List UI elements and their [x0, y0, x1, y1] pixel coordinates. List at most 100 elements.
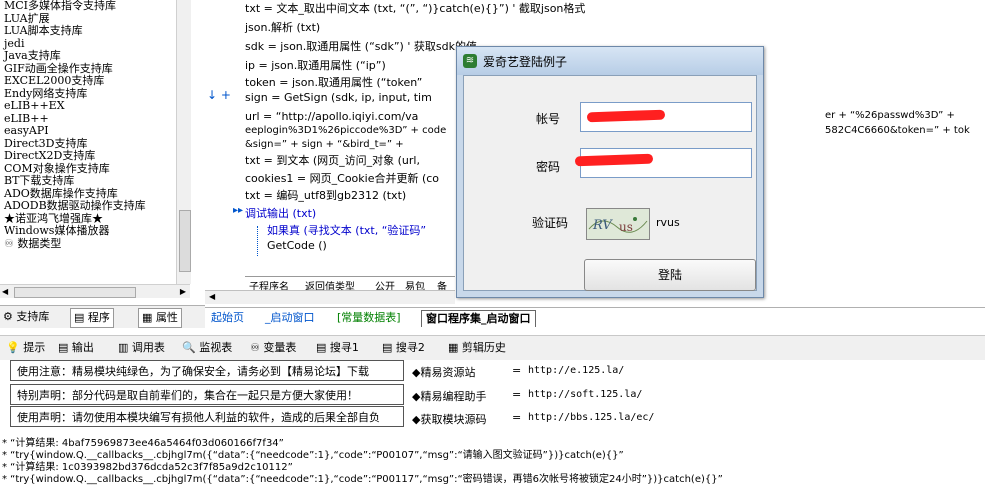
scroll-thumb[interactable] — [179, 210, 191, 272]
account-input[interactable] — [580, 102, 752, 132]
library-item[interactable]: eLIB++EX — [0, 99, 190, 113]
redaction-mark — [586, 109, 666, 123]
captcha-image[interactable]: RV us — [586, 208, 650, 240]
redaction-mark — [574, 153, 654, 167]
code-line-fragment[interactable]: er + “%26passwd%3D” + — [825, 110, 955, 121]
code-line[interactable]: 如果真 (寻找文本 (txt, “验证码” — [267, 222, 426, 238]
code-line[interactable]: txt = 编码_utf8到gb2312 (txt) — [245, 187, 406, 203]
site-url[interactable]: http://bbs.125.la/ec/ — [528, 412, 654, 423]
code-line[interactable]: json.解析 (txt) — [245, 19, 320, 35]
library-item[interactable]: BT下载支持库 — [0, 174, 190, 188]
clipboard-icon: ▦ — [448, 341, 459, 354]
subroutine-table-header: 子程序名 返回值类型 公开 易包 备 — [245, 276, 455, 293]
library-item[interactable]: EXCEL2000支持库 — [0, 74, 190, 88]
dialog-titlebar[interactable]: ≋ 爱奇艺登陆例子 — [457, 47, 763, 75]
scroll-thumb[interactable] — [14, 287, 136, 298]
code-line[interactable]: GetCode () — [267, 239, 327, 252]
library-item-label: 数据类型 — [17, 236, 62, 250]
tab-clip-history[interactable]: ▦ 剪辑历史 — [448, 340, 506, 356]
search-list-icon: ▤ — [316, 341, 327, 354]
account-label: 帐号 — [536, 112, 561, 126]
code-line[interactable]: 调试输出 (txt) — [245, 205, 316, 221]
program-icon: ▤ — [74, 311, 85, 324]
library-item-datatypes[interactable]: ♾ 数据类型 — [0, 236, 190, 251]
library-item[interactable]: ADODB数据驱动操作支持库 — [0, 199, 190, 213]
notice-line: 使用声明：请勿使用本模块编写有损他人利益的软件，造成的后果全部自负 — [10, 406, 404, 427]
tab-constant-table[interactable]: [常量数据表] — [333, 310, 405, 326]
flow-line — [257, 226, 259, 256]
captcha-picture: RV us — [587, 209, 649, 239]
site-url[interactable]: http://e.125.la/ — [528, 365, 624, 376]
library-item[interactable]: MCI多媒体指令支持库 — [0, 0, 190, 13]
tab-startup-window[interactable]: _启动窗口 — [261, 310, 319, 326]
code-line[interactable]: url = “http://apollo.iqiyi.com/va — [245, 110, 418, 123]
app-icon: ≋ — [463, 54, 477, 68]
tab-hints[interactable]: 💡 提示 — [6, 340, 45, 356]
output-toolbar: 💡 提示 ▤ 输出 ▥ 调用表 🔍 监视表 ♾ 变量表 ▤ 搜寻1 ▤ 搜寻2 … — [0, 335, 985, 361]
tab-window-assembly[interactable]: 窗口程序集_启动窗口 — [421, 310, 536, 327]
tab-watch-table[interactable]: 🔍 监视表 — [182, 340, 232, 356]
gear-icon: ⚙ — [3, 310, 13, 323]
site-label: ◆精易资源站 — [412, 366, 476, 379]
document-tabs: 起始页 _启动窗口 [常量数据表] 窗口程序集_启动窗口 — [205, 307, 985, 328]
notice-line: 特别声明：部分代码是取自前辈们的，集合在一起只是方便大家使用！ — [10, 384, 404, 405]
tab-support-library[interactable]: ⚙ 支持库 — [0, 308, 52, 326]
password-label: 密码 — [536, 160, 561, 174]
svg-text:RV: RV — [592, 218, 613, 233]
log-line: * “try{window.Q.__callbacks__.cbjhgl7m({… — [2, 474, 723, 485]
variable-icon: ♾ — [250, 341, 260, 354]
site-eq: = — [512, 388, 522, 401]
site-label: ◆获取模块源码 — [412, 413, 487, 426]
login-button[interactable]: 登陆 — [584, 259, 756, 291]
code-line[interactable]: ip = json.取通用属性 (“ip”) — [245, 57, 386, 73]
tab-variable-table[interactable]: ♾ 变量表 — [250, 340, 296, 356]
notice-line: 使用注意：精易模块纯绿色，为了确保安全，请务必到【精易论坛】下载 — [10, 360, 404, 381]
scroll-right-arrow-icon[interactable]: ▶ — [180, 287, 186, 296]
tab-start-page[interactable]: 起始页 — [207, 310, 248, 326]
svg-text:us: us — [619, 220, 633, 234]
captcha-value[interactable]: rvus — [656, 216, 680, 229]
library-tabs: ⚙ 支持库 ▤ 程序 ▦ 属性 — [0, 305, 205, 328]
site-eq: = — [512, 364, 522, 377]
code-line-fragment[interactable]: 582C4C6660&token=” + tok — [825, 125, 970, 136]
library-item[interactable]: Java支持库 — [0, 49, 190, 63]
tab-search1[interactable]: ▤ 搜寻1 — [316, 340, 359, 356]
code-line[interactable]: sdk = json.取通用属性 (“sdk”) ' 获取sdk的值 — [245, 38, 477, 54]
search-list-icon: ▤ — [382, 341, 393, 354]
library-tree[interactable]: MCI多媒体指令支持库 LUA扩展 LUA脚本支持库 jedi Java支持库 … — [0, 0, 190, 292]
code-line[interactable]: eeplogin%3D1%26piccode%3D” + code — [245, 125, 446, 136]
code-line[interactable]: token = json.取通用属性 (“token” — [245, 74, 422, 90]
tab-program[interactable]: ▤ 程序 — [70, 308, 114, 328]
expand-arrow-icon[interactable]: ▸▸ — [233, 205, 243, 216]
search-icon: 🔍 — [182, 341, 196, 354]
output-icon: ▤ — [58, 341, 69, 354]
captcha-label: 验证码 — [532, 216, 569, 230]
library-vertical-scrollbar[interactable] — [176, 0, 191, 284]
library-horizontal-scrollbar[interactable]: ◀ ▶ — [0, 284, 190, 298]
grid-icon: ▥ — [118, 341, 129, 354]
site-url[interactable]: http://soft.125.la/ — [528, 389, 642, 400]
tab-call-table[interactable]: ▥ 调用表 — [118, 340, 165, 356]
code-line[interactable]: sign = GetSign (sdk, ip, input, tim — [245, 91, 432, 104]
scroll-left-arrow-icon[interactable]: ◀ — [2, 287, 8, 296]
dialog-title: 爱奇艺登陆例子 — [483, 55, 568, 69]
site-eq: = — [512, 411, 522, 424]
tab-output[interactable]: ▤ 输出 — [58, 340, 94, 356]
library-item[interactable]: easyAPI — [0, 124, 190, 138]
tab-properties[interactable]: ▦ 属性 — [138, 308, 182, 328]
dialog-body: 帐号 密码 验证码 RV us rvus 登陆 — [463, 75, 757, 291]
library-item[interactable]: DirectX2D支持库 — [0, 149, 190, 163]
code-horizontal-scrollbar[interactable]: ◀ — [205, 290, 455, 304]
code-line[interactable]: txt = 到文本 (网页_访问_对象 (url, — [245, 152, 420, 168]
output-panel[interactable]: 使用注意：精易模块纯绿色，为了确保安全，请务必到【精易论坛】下载 特别声明：部分… — [0, 360, 985, 491]
code-line[interactable]: cookies1 = 网页_Cookie合并更新 (co — [245, 170, 439, 186]
scroll-left-arrow-icon[interactable]: ◀ — [209, 292, 215, 301]
library-item[interactable]: LUA脚本支持库 — [0, 24, 190, 38]
password-input[interactable] — [574, 148, 752, 178]
tab-search2[interactable]: ▤ 搜寻2 — [382, 340, 425, 356]
site-label: ◆精易编程助手 — [412, 390, 487, 403]
breakpoint-arrow-icon[interactable]: ↓ + — [207, 88, 231, 102]
bulb-icon: 💡 — [6, 341, 20, 354]
code-line[interactable]: txt = 文本_取出中间文本 (txt, “(”, “)}catch(e){}… — [245, 0, 585, 16]
code-line[interactable]: &sign=” + sign + “&bird_t=” + — [245, 139, 404, 150]
